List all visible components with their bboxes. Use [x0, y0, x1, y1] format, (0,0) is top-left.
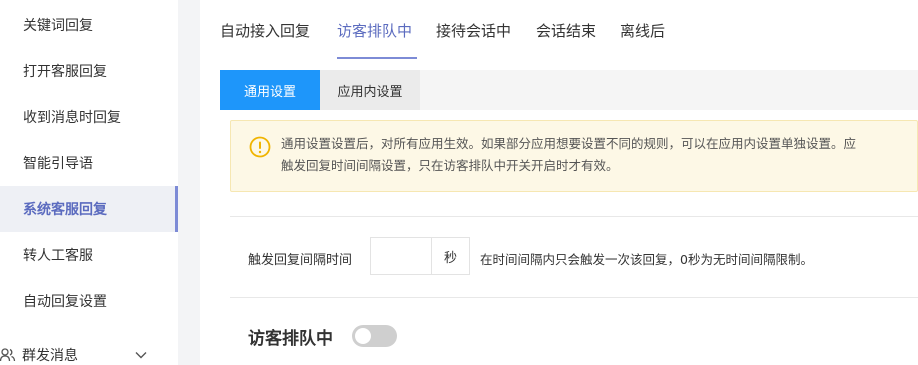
settings-scope-switch: 通用设置 应用内设置: [220, 70, 918, 110]
sidebar-item-transfer-human[interactable]: 转人工客服: [0, 232, 178, 278]
warning-icon: [249, 136, 271, 158]
sidebar-item-label: 系统客服回复: [23, 202, 107, 218]
sidebar-item-label: 关键词回复: [23, 18, 93, 34]
tab-in-session[interactable]: 接待会话中: [436, 20, 511, 44]
interval-stepper: 秒: [370, 237, 470, 275]
sidebar-item-label: 转人工客服: [23, 248, 93, 264]
sidebar-item-auto-reply-settings[interactable]: 自动回复设置: [0, 278, 178, 324]
sidebar-item-label: 自动回复设置: [23, 294, 107, 310]
notice-line-1: 通用设置设置后，对所有应用生效。如果部分应用想要设置不同的规则，可以在应用内设置…: [281, 136, 857, 151]
tab-session-end[interactable]: 会话结束: [536, 20, 596, 44]
notice-banner: 通用设置设置后，对所有应用生效。如果部分应用想要设置不同的规则，可以在应用内设置…: [230, 120, 918, 192]
tab-visitor-queue[interactable]: 访客排队中: [337, 20, 412, 44]
interval-hint: 在时间间隔内只会触发一次该回复，0秒为无时间间隔限制。: [480, 252, 813, 267]
tab-auto-join-reply[interactable]: 自动接入回复: [220, 20, 310, 44]
sidebar-group-broadcast[interactable]: 群发消息: [0, 340, 178, 365]
interval-unit: 秒: [431, 238, 469, 274]
toggle-knob: [355, 328, 371, 344]
queue-section-title: 访客排队中: [248, 329, 333, 349]
sidebar-item-open-service-reply[interactable]: 打开客服回复: [0, 48, 178, 94]
sidebar-item-label: 智能引导语: [23, 156, 93, 172]
notice-text: 通用设置设置后，对所有应用生效。如果部分应用想要设置不同的规则，可以在应用内设置…: [281, 133, 918, 177]
sidebar-item-system-service-reply[interactable]: 系统客服回复: [0, 186, 178, 232]
tab-bar: 自动接入回复 访客排队中 接待会话中 会话结束 离线后: [200, 0, 918, 60]
sidebar: 关键词回复 打开客服回复 收到消息时回复 智能引导语 系统客服回复 转人工客服 …: [0, 0, 178, 365]
queue-toggle[interactable]: [352, 325, 397, 347]
divider: [230, 297, 918, 298]
divider: [230, 216, 918, 217]
chevron-down-icon[interactable]: [134, 348, 148, 362]
sidebar-item-message-received-reply[interactable]: 收到消息时回复: [0, 94, 178, 140]
main-panel: 自动接入回复 访客排队中 接待会话中 会话结束 离线后 通用设置 应用内设置 通…: [200, 0, 918, 365]
notice-line-2: 触发回复时间间隔设置，只在访客排队中开关开启时才有效。: [281, 158, 619, 173]
sidebar-item-smart-guide[interactable]: 智能引导语: [0, 140, 178, 186]
users-icon: [0, 347, 16, 363]
active-tab-indicator: [337, 57, 417, 59]
in-app-settings-button[interactable]: 应用内设置: [320, 70, 420, 110]
sidebar-group-label: 群发消息: [22, 348, 78, 364]
tab-offline[interactable]: 离线后: [620, 20, 665, 44]
sidebar-item-label: 打开客服回复: [23, 64, 107, 80]
sidebar-item-label: 收到消息时回复: [23, 110, 121, 126]
interval-input[interactable]: [371, 238, 431, 274]
interval-label: 触发回复间隔时间: [248, 253, 353, 268]
sidebar-item-keyword-reply[interactable]: 关键词回复: [0, 2, 178, 48]
general-settings-button[interactable]: 通用设置: [220, 70, 320, 110]
